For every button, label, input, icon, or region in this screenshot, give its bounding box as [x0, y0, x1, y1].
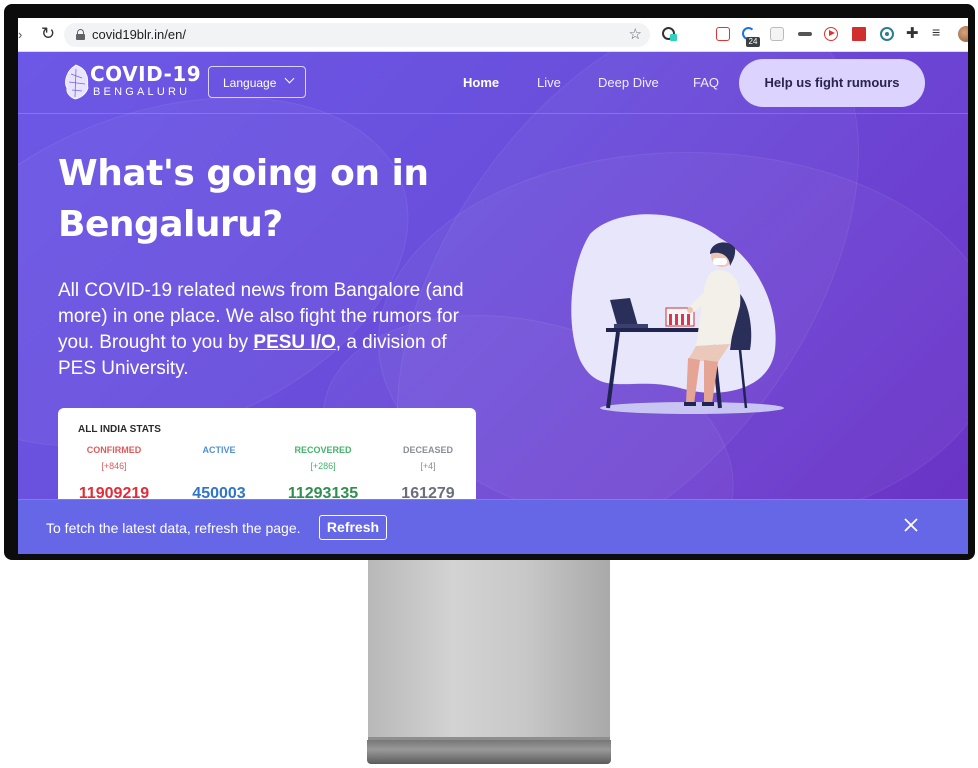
calendar-extension-icon[interactable] [716, 27, 730, 41]
language-label: Language [223, 76, 277, 90]
stat-delta: [+846] [101, 461, 127, 471]
reading-list-icon[interactable]: ≡ [932, 24, 948, 40]
page-extension-icon[interactable] [770, 27, 784, 41]
stat-delta: [+4] [420, 461, 436, 471]
stat-delta [169, 461, 269, 472]
doctor-at-desk-illustration [571, 214, 784, 414]
intro-paragraph: All COVID-19 related news from Bangalore… [58, 278, 478, 382]
nav-home[interactable]: Home [463, 75, 499, 90]
stat-label: DECEASED [402, 445, 453, 455]
site-header: COVID-19 BENGALURU Language Home Live De… [18, 52, 968, 114]
stat-label: RECOVERED [294, 445, 352, 455]
monitor-screen: › ↻ covid19blr.in/en/ ☆ 24 ✚ ≡ COVID-19 … [18, 18, 968, 554]
pesu-io-link[interactable]: PESU I/O [253, 332, 335, 353]
chevron-down-icon [284, 73, 295, 84]
forward-icon[interactable]: › [18, 27, 22, 42]
monitor-bezel: › ↻ covid19blr.in/en/ ☆ 24 ✚ ≡ COVID-19 … [4, 4, 975, 560]
stats-title: ALL INDIA STATS [78, 424, 161, 435]
nav-live[interactable]: Live [537, 75, 561, 90]
close-icon[interactable] [902, 516, 920, 534]
play-extension-icon[interactable] [824, 27, 838, 41]
nav-faq[interactable]: FAQ [693, 75, 719, 90]
stat-deceased: DECEASED [+4] 161279 [378, 445, 478, 503]
refresh-message: To fetch the latest data, refresh the pa… [46, 520, 301, 536]
refresh-notification-bar: To fetch the latest data, refresh the pa… [18, 499, 968, 554]
page-headline: What's going on in Bengaluru? [58, 148, 478, 250]
stat-active: ACTIVE 450003 [169, 445, 269, 503]
target-extension-icon[interactable] [880, 27, 894, 41]
reload-icon[interactable]: ↻ [38, 24, 58, 44]
monitor-mockup: › ↻ covid19blr.in/en/ ☆ 24 ✚ ≡ COVID-19 … [0, 0, 978, 768]
logo-title[interactable]: COVID-19 [90, 62, 201, 86]
webpage: COVID-19 BENGALURU Language Home Live De… [18, 52, 968, 554]
extension-badge: 24 [746, 37, 760, 47]
fight-rumours-button[interactable]: Help us fight rumours [739, 59, 925, 107]
nav-deep-dive[interactable]: Deep Dive [598, 75, 659, 90]
link-extension-icon[interactable] [798, 32, 812, 36]
monitor-base [367, 740, 611, 764]
puzzle-extension-icon[interactable]: ✚ [906, 24, 922, 42]
stat-delta: [+286] [310, 461, 336, 471]
bookmark-star-icon[interactable]: ☆ [629, 25, 642, 43]
headline-line-2: Bengaluru? [58, 204, 283, 245]
address-bar[interactable]: covid19blr.in/en/ ☆ [64, 23, 650, 47]
language-dropdown[interactable]: Language [208, 66, 306, 98]
logo-subtitle: BENGALURU [93, 86, 191, 98]
lock-icon [76, 29, 85, 40]
headline-line-1: What's going on in [58, 153, 429, 194]
stat-label: CONFIRMED [86, 445, 142, 455]
speed-extension-icon[interactable] [662, 27, 677, 41]
monitor-stand [368, 560, 610, 750]
bengaluru-map-logo-icon[interactable] [64, 64, 90, 100]
stat-recovered: RECOVERED [+286] 11293135 [273, 445, 373, 503]
url-text[interactable]: covid19blr.in/en/ [92, 27, 186, 42]
refresh-button[interactable]: Refresh [319, 515, 387, 540]
stat-label: ACTIVE [202, 445, 236, 455]
profile-avatar[interactable] [958, 26, 968, 42]
stat-confirmed: CONFIRMED [+846] 11909219 [64, 445, 164, 503]
book-extension-icon[interactable] [852, 27, 866, 41]
browser-toolbar: › ↻ covid19blr.in/en/ ☆ 24 ✚ ≡ [18, 18, 968, 52]
